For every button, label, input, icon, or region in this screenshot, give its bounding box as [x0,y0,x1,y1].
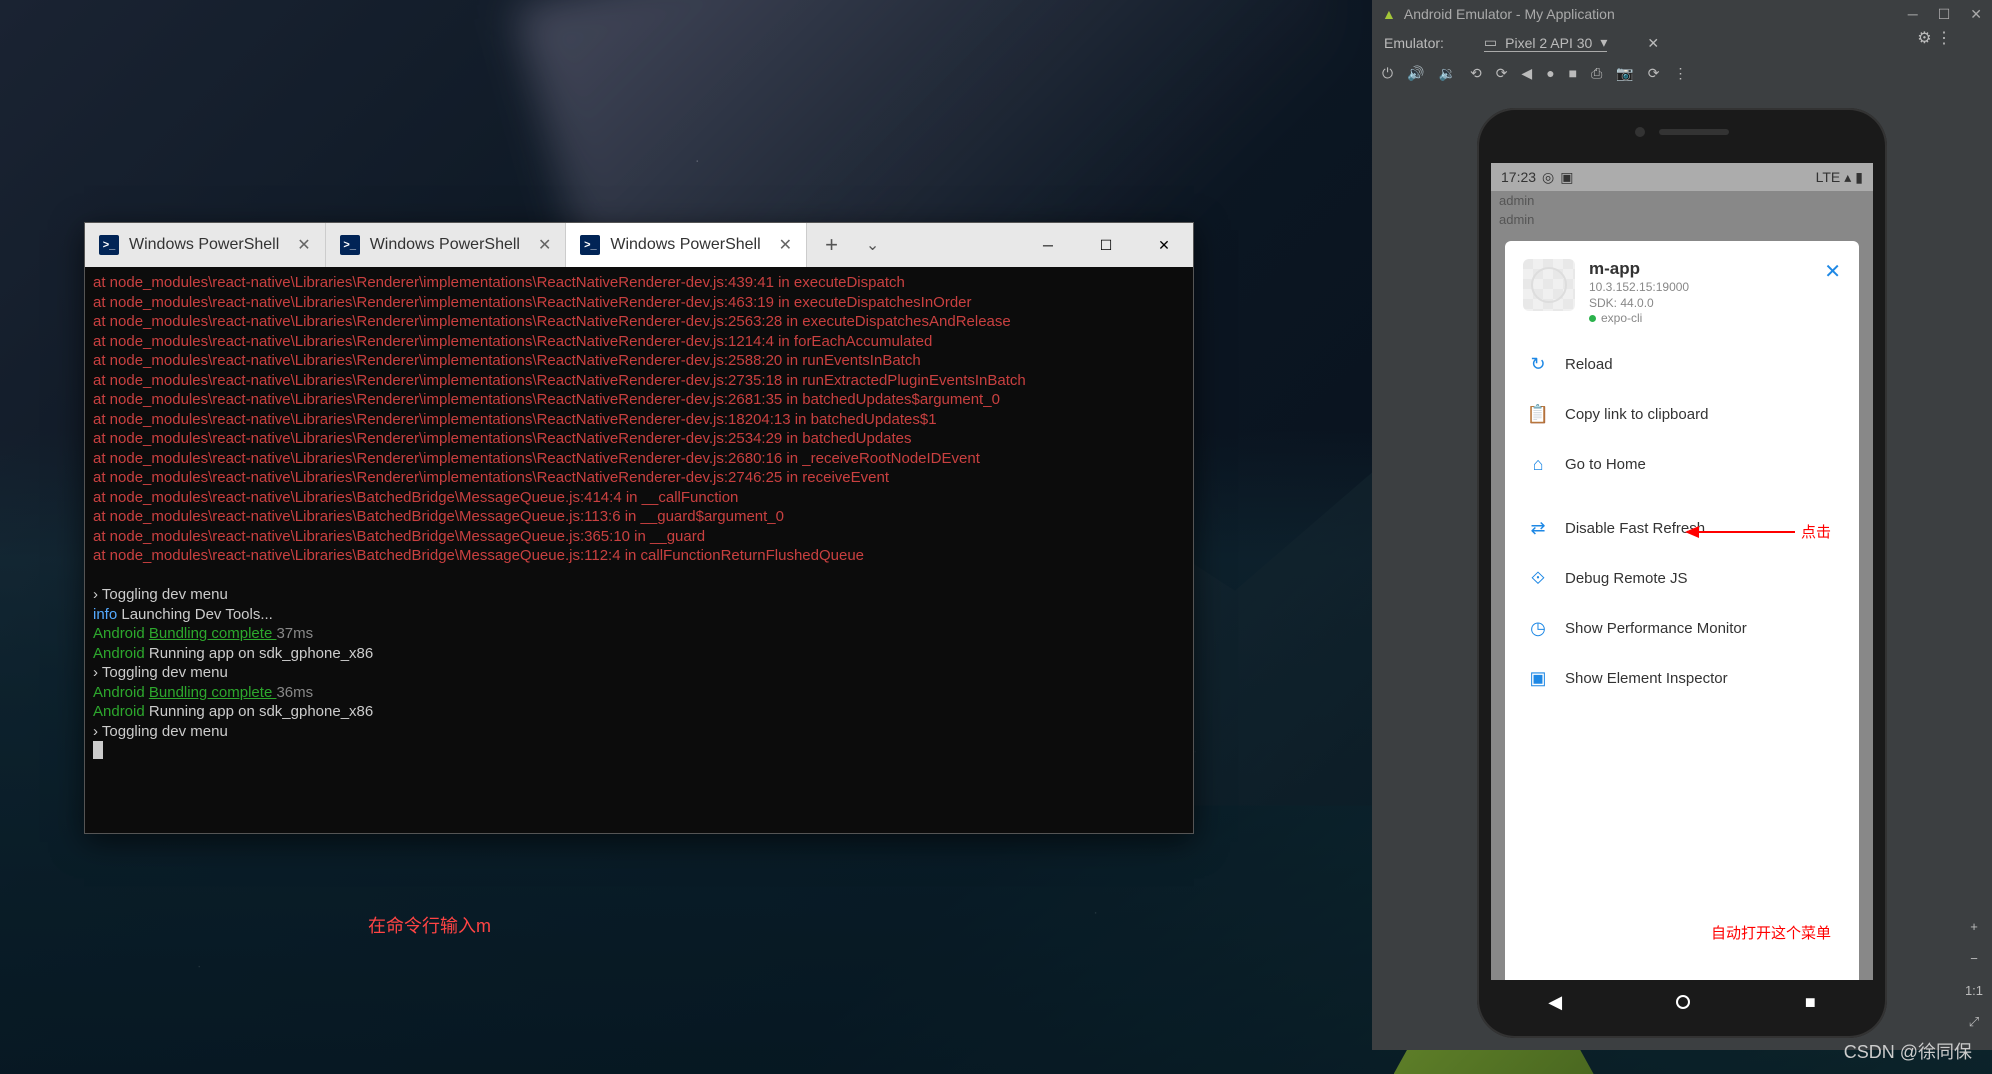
debug-remote-js-icon: ⟐ [1527,567,1549,589]
close-button[interactable]: ✕ [1970,6,1982,23]
volume-up-icon[interactable]: 🔊 [1407,65,1424,82]
sdk-version: SDK: 44.0.0 [1589,295,1810,311]
reload-icon[interactable]: ⟳ [1648,65,1660,82]
close-sheet-button[interactable]: ✕ [1824,259,1841,284]
screenshot-icon[interactable]: ⎙ [1591,65,1602,82]
nav-back-icon[interactable]: ◀ [1548,992,1562,1013]
content-row: admin [1491,191,1873,210]
close-tab-icon[interactable]: ✕ [297,235,310,255]
terminal-output[interactable]: at node_modules\react-native\Libraries\R… [85,267,1193,767]
nav-overview-icon[interactable]: ■ [1805,992,1816,1013]
watermark: CSDN @徐同保 [1844,1038,1972,1064]
powershell-icon: >_ [99,235,119,255]
menu-item-perf-monitor[interactable]: ◷Show Performance Monitor [1505,603,1859,653]
reload-icon: ↻ [1527,353,1549,375]
maximize-button[interactable]: ☐ [1938,6,1951,23]
menu-item-go-home[interactable]: ⌂Go to Home [1505,439,1859,489]
emulator-window: ▲ Android Emulator - My Application ─ ☐ … [1372,0,1992,1050]
terminal-tab[interactable]: >_Windows PowerShell✕ [85,223,326,267]
window-title: Android Emulator - My Application [1404,6,1615,22]
signal-icon: ▴ [1844,169,1851,186]
emulator-label: Emulator: [1384,35,1444,51]
terminal-tabs: >_Windows PowerShell✕>_Windows PowerShel… [85,223,1193,267]
menu-item-debug-remote-js[interactable]: ⟐Debug Remote JS [1505,553,1859,603]
perf-monitor-icon: ◷ [1527,617,1549,639]
settings-icon[interactable]: ⚙ ⋮ [1917,28,1952,48]
back-icon[interactable]: ◀ [1521,65,1532,82]
minimize-button[interactable]: ─ [1019,223,1077,267]
close-device-button[interactable]: ✕ [1647,35,1659,52]
volume-down-icon[interactable]: 🔉 [1439,65,1456,82]
more-icon[interactable]: ⋮ [1674,65,1688,82]
emulator-toolbar: ⏻ 🔊 🔉 ⟲ ⟳ ◀ ● ■ ⎙ 📷 ⟳ ⋮ [1372,58,1992,88]
minimize-button[interactable]: ─ [1908,6,1918,23]
power-icon[interactable]: ⏻ [1382,65,1393,82]
device-frame: 17:23 ◎ ▣ LTE ▴ ▮ admin admin [1477,108,1887,1038]
app-address: 10.3.152.15:19000 [1589,279,1810,295]
disable-fast-refresh-icon: ⇄ [1527,517,1549,539]
battery-icon: ▮ [1855,169,1863,186]
camera-icon[interactable]: 📷 [1616,65,1633,82]
device-icon: ▭ [1484,34,1497,51]
runner-label: expo-cli [1601,311,1642,325]
emulator-title-bar: ▲ Android Emulator - My Application ─ ☐ … [1372,0,1992,28]
annotation-click: 点击 [1685,521,1831,542]
status-indicator-icon: ◎ [1542,169,1554,186]
android-icon: ▲ [1382,6,1396,22]
tab-dropdown-icon[interactable]: ⌄ [856,235,889,255]
nav-home-icon[interactable] [1676,995,1690,1009]
terminal-window: >_Windows PowerShell✕>_Windows PowerShel… [84,222,1194,834]
android-nav-bar: ◀ ■ [1491,980,1873,1024]
rotate-right-icon[interactable]: ⟳ [1496,65,1508,82]
status-bar: 17:23 ◎ ▣ LTE ▴ ▮ [1491,163,1873,191]
rotate-left-icon[interactable]: ⟲ [1470,65,1482,82]
zoom-out-button[interactable]: − [1962,946,1986,970]
expand-button[interactable]: ⤢ [1962,1010,1986,1034]
close-tab-icon[interactable]: ✕ [538,235,551,255]
close-button[interactable]: ✕ [1135,223,1193,267]
dev-menu-sheet: m-app 10.3.152.15:19000 SDK: 44.0.0 expo… [1505,241,1859,983]
home-icon[interactable]: ● [1546,65,1554,81]
content-row: admin [1491,210,1873,229]
terminal-tab[interactable]: >_Windows PowerShell✕ [326,223,567,267]
app-icon [1523,259,1575,311]
go-home-icon: ⌂ [1527,453,1549,475]
annotation-terminal-hint: 在命令行输入m [368,912,491,938]
status-app-icon: ▣ [1560,169,1573,186]
device-selector[interactable]: ▭ Pixel 2 API 30 ▾ [1484,34,1607,52]
menu-item-element-inspector[interactable]: ▣Show Element Inspector [1505,653,1859,703]
status-dot-icon [1589,315,1596,322]
menu-item-copy-link[interactable]: 📋Copy link to clipboard [1505,389,1859,439]
terminal-tab[interactable]: >_Windows PowerShell✕ [566,223,807,267]
status-time: 17:23 [1501,169,1536,185]
overview-icon[interactable]: ■ [1569,65,1577,81]
app-name: m-app [1589,259,1810,279]
copy-link-icon: 📋 [1527,403,1549,425]
network-label: LTE [1816,169,1841,185]
powershell-icon: >_ [580,235,600,255]
menu-item-reload[interactable]: ↻Reload [1505,339,1859,389]
zoom-in-button[interactable]: + [1962,914,1986,938]
annotation-menu: 自动打开这个菜单 [1711,922,1831,943]
cursor [93,741,103,759]
zoom-fit-button[interactable]: 1:1 [1962,978,1986,1002]
chevron-down-icon: ▾ [1600,34,1607,51]
close-tab-icon[interactable]: ✕ [779,235,792,255]
element-inspector-icon: ▣ [1527,667,1549,689]
powershell-icon: >_ [340,235,360,255]
maximize-button[interactable]: ☐ [1077,223,1135,267]
new-tab-button[interactable]: + [807,232,856,258]
